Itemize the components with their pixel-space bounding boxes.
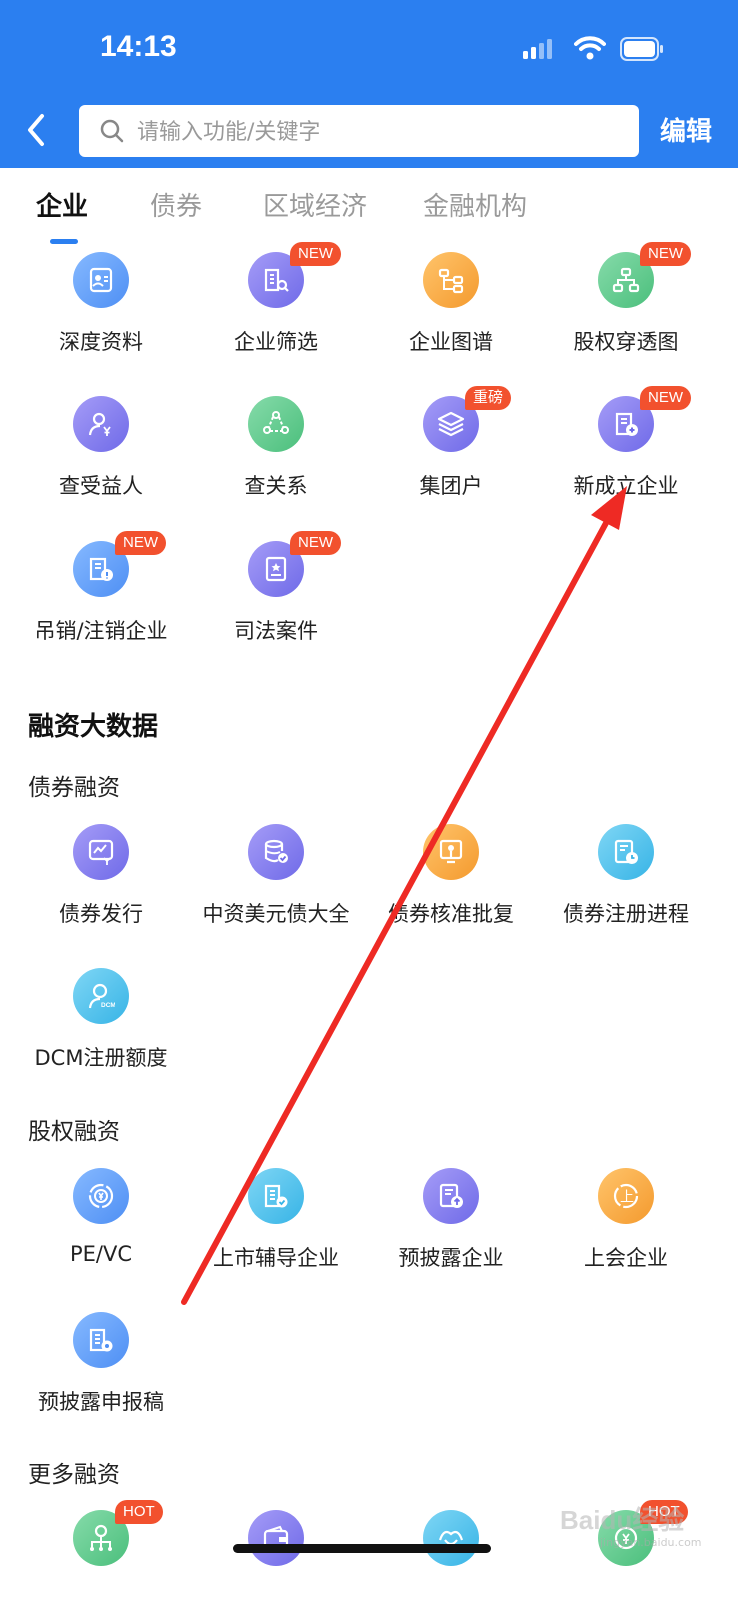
relation-network-icon xyxy=(248,396,304,452)
hot-badge: HOT xyxy=(115,1500,163,1524)
register-progress-icon xyxy=(598,824,654,880)
back-button[interactable] xyxy=(18,110,54,150)
grid-item-label: 企业图谱 xyxy=(409,330,493,354)
grid-item-label: 预披露申报稿 xyxy=(38,1390,164,1414)
listing-guidance-icon xyxy=(248,1168,304,1224)
approval-doc-icon xyxy=(423,824,479,880)
cellular-signal-icon xyxy=(523,39,552,59)
handshake-icon xyxy=(423,1510,479,1566)
id-card-icon xyxy=(73,252,129,308)
tab-financial-institutions[interactable]: 金融机构 xyxy=(423,186,527,223)
grid-item-label: 债券核准批复 xyxy=(388,902,514,926)
person-yen-icon xyxy=(73,396,129,452)
pe-vc-coin-icon xyxy=(73,1168,129,1224)
new-badge: NEW xyxy=(290,531,341,555)
database-check-icon xyxy=(248,824,304,880)
grid-item-label: 吊销/注销企业 xyxy=(34,619,168,643)
meeting-company-icon: 上 xyxy=(598,1168,654,1224)
graph-tree-icon xyxy=(423,252,479,308)
top-header: 14:13 编辑 xyxy=(0,0,738,168)
battery-icon xyxy=(620,37,663,61)
tab-bonds[interactable]: 债券 xyxy=(150,186,202,223)
active-tab-indicator xyxy=(50,239,78,244)
grid-item-label: 新成立企业 xyxy=(573,474,679,498)
grid-item-label: 债券注册进程 xyxy=(563,902,689,926)
dcm-person-icon: DCM xyxy=(73,968,129,1024)
grid-item-label: DCM注册额度 xyxy=(34,1046,168,1070)
new-badge: NEW xyxy=(115,531,166,555)
equity-financing-title: 股权融资 xyxy=(28,1119,120,1145)
financing-section-title: 融资大数据 xyxy=(28,712,159,742)
tab-enterprise[interactable]: 企业 xyxy=(36,186,88,223)
svg-text:DCM: DCM xyxy=(101,1002,115,1009)
grid-item-label: 企业筛选 xyxy=(234,330,318,354)
grid-item-label: 预披露企业 xyxy=(398,1246,504,1270)
grid-item-label: 股权穿透图 xyxy=(573,330,679,354)
search-icon xyxy=(100,119,124,143)
search-bar[interactable] xyxy=(79,105,639,159)
new-badge: NEW xyxy=(640,386,691,410)
home-indicator xyxy=(233,1544,491,1553)
new-badge: NEW xyxy=(640,242,691,266)
status-time: 14:13 xyxy=(100,30,177,63)
grid-item-label: 深度资料 xyxy=(59,330,143,354)
tab-regional-economy[interactable]: 区域经济 xyxy=(263,186,367,223)
grid-item-label: 查关系 xyxy=(244,474,308,498)
edit-button[interactable]: 编辑 xyxy=(660,111,712,148)
grid-item-label: 上市辅导企业 xyxy=(213,1246,339,1270)
grid-item-label: 债券发行 xyxy=(59,902,143,926)
search-input[interactable] xyxy=(135,105,629,159)
more-financing-title: 更多融资 xyxy=(28,1462,120,1488)
grid-item-label: 司法案件 xyxy=(234,619,318,643)
watermark: Baidu经验 xyxy=(560,1505,685,1535)
bond-issue-icon xyxy=(73,824,129,880)
bond-financing-title: 债券融资 xyxy=(28,775,120,801)
watermark-url: jingyan.baidu.com xyxy=(600,1536,702,1549)
grid-item-label: 集团户 xyxy=(419,474,483,498)
featured-badge: 重磅 xyxy=(465,386,512,410)
grid-item-label: 中资美元债大全 xyxy=(202,902,350,926)
wallet-icon xyxy=(248,1510,304,1566)
grid-item-label: 上会企业 xyxy=(584,1246,668,1270)
wifi-icon xyxy=(574,36,606,60)
category-tabs: 企业 债券 区域经济 金融机构 xyxy=(0,186,738,246)
chevron-left-icon xyxy=(28,114,44,146)
pre-disclosure-icon xyxy=(423,1168,479,1224)
svg-text:上: 上 xyxy=(620,1190,634,1206)
pre-disclosure-draft-icon xyxy=(73,1312,129,1368)
new-badge: NEW xyxy=(290,242,341,266)
grid-item-label: 查受益人 xyxy=(59,474,143,498)
grid-item-label: PE/VC xyxy=(69,1242,133,1266)
